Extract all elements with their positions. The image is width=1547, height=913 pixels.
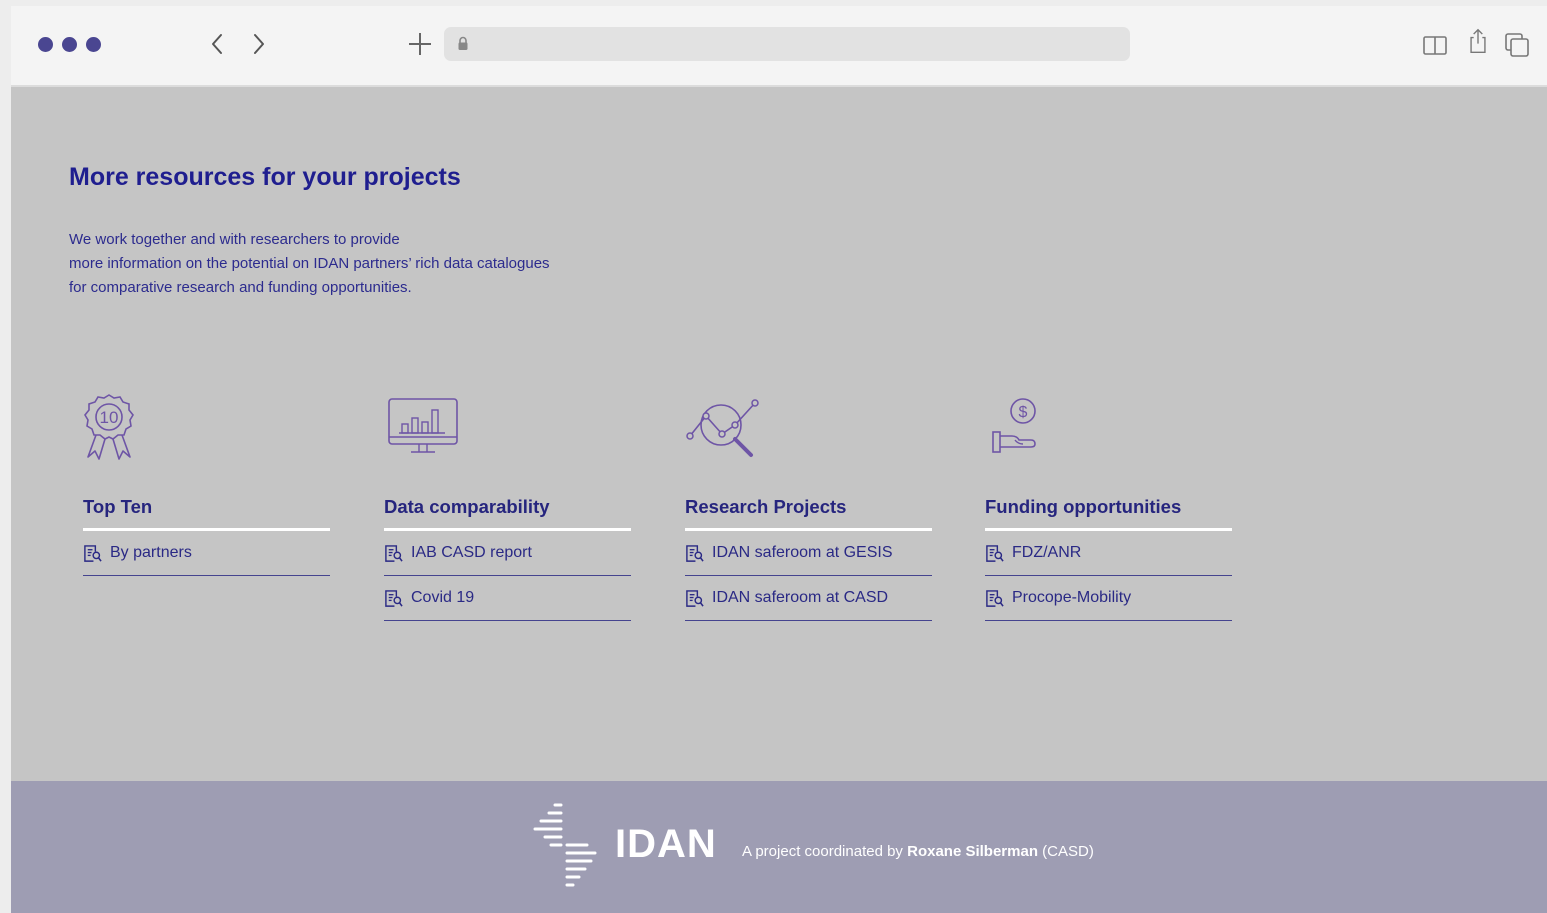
resource-link-saferoom-gesis[interactable]: IDAN saferoom at GESIS — [685, 531, 932, 576]
column-title: Funding opportunities — [985, 496, 1232, 531]
link-label: IAB CASD report — [411, 544, 532, 561]
link-label: Covid 19 — [411, 589, 475, 606]
address-bar[interactable] — [444, 27, 1130, 61]
intro-line: We work together and with researchers to… — [69, 231, 400, 248]
document-search-icon — [986, 544, 1004, 562]
credit-name-link[interactable]: Roxane Silberman — [907, 843, 1038, 860]
document-search-icon — [686, 544, 704, 562]
document-search-icon — [686, 589, 704, 607]
document-search-icon — [385, 589, 403, 607]
section-intro: We work together and with researchers to… — [69, 228, 550, 300]
browser-window: More resources for your projects We work… — [11, 6, 1547, 913]
lock-icon — [458, 36, 468, 50]
resource-link-by-partners[interactable]: By partners — [83, 531, 330, 576]
column-title: Research Projects — [685, 496, 932, 531]
resources-section: More resources for your projects We work… — [11, 87, 1547, 781]
document-search-icon — [986, 589, 1004, 607]
intro-line: for comparative research and funding opp… — [69, 279, 412, 296]
link-label: FDZ/ANR — [1012, 544, 1082, 561]
award-number: 10 — [100, 408, 119, 427]
column-link-list: IAB CASD report Covid 19 — [384, 531, 631, 621]
hand-coin-dollar-icon: $ — [992, 398, 1036, 453]
intro-line: more information on the potential on IDA… — [69, 255, 550, 272]
resource-column-funding-opportunities: $ Funding opportunities FDZ/ANR Procope-… — [985, 391, 1232, 621]
minimize-window-dot[interactable] — [62, 37, 77, 52]
share-icon[interactable] — [1465, 28, 1491, 54]
resource-link-procope-mobility[interactable]: Procope-Mobility — [985, 576, 1232, 621]
close-window-dot[interactable] — [38, 37, 53, 52]
section-title: More resources for your projects — [69, 163, 461, 191]
resource-link-fdz-anr[interactable]: FDZ/ANR — [985, 531, 1232, 576]
project-credit: A project coordinated by Roxane Silberma… — [742, 843, 1094, 860]
tabs-overview-icon[interactable] — [1504, 32, 1530, 58]
column-icon-wrap — [384, 391, 631, 463]
column-link-list: By partners — [83, 531, 330, 576]
link-label: IDAN saferoom at CASD — [712, 589, 889, 606]
idan-logo-mark-icon — [533, 803, 597, 887]
back-chevron-icon — [212, 34, 222, 54]
document-search-icon — [385, 544, 403, 562]
resource-link-iab-casd-report[interactable]: IAB CASD report — [384, 531, 631, 576]
monitor-bar-chart-icon — [388, 398, 458, 453]
reader-book-icon[interactable] — [1422, 32, 1448, 58]
link-label: By partners — [110, 544, 192, 561]
site-footer: IDAN A project coordinated by Roxane Sil… — [11, 781, 1547, 913]
column-icon-wrap: $ — [985, 391, 1232, 463]
idan-logo[interactable]: IDAN — [531, 801, 717, 887]
resource-column-data-comparability: Data comparability IAB CASD report Covid… — [384, 391, 631, 621]
column-link-list: IDAN saferoom at GESIS IDAN saferoom at … — [685, 531, 932, 621]
coin-symbol: $ — [1019, 404, 1028, 421]
column-link-list: FDZ/ANR Procope-Mobility — [985, 531, 1232, 621]
column-title: Data comparability — [384, 496, 631, 531]
link-label: Procope-Mobility — [1012, 589, 1132, 606]
resource-link-covid-19[interactable]: Covid 19 — [384, 576, 631, 621]
resource-link-saferoom-casd[interactable]: IDAN saferoom at CASD — [685, 576, 932, 621]
column-icon-wrap — [685, 391, 932, 463]
zoom-window-dot[interactable] — [86, 37, 101, 52]
new-tab-button[interactable] — [406, 30, 434, 58]
column-title: Top Ten — [83, 496, 330, 531]
browser-toolbar — [11, 6, 1547, 87]
award-ribbon-10-icon: 10 — [84, 394, 134, 460]
column-icon-wrap: 10 — [83, 391, 330, 463]
new-tab-plus-icon — [409, 33, 431, 55]
logo-wordmark: IDAN — [615, 821, 717, 866]
forward-button[interactable] — [246, 30, 272, 58]
back-button[interactable] — [204, 30, 230, 58]
credit-suffix: (CASD) — [1038, 843, 1094, 860]
credit-prefix: A project coordinated by — [742, 843, 908, 860]
forward-chevron-icon — [254, 34, 264, 54]
link-label: IDAN saferoom at GESIS — [712, 544, 893, 561]
window-controls — [38, 37, 101, 52]
resource-column-research-projects: Research Projects IDAN saferoom at GESIS… — [685, 391, 932, 621]
document-search-icon — [84, 544, 102, 562]
resource-column-top-ten: 10 Top Ten By partners — [83, 391, 330, 576]
magnifier-line-chart-icon — [686, 399, 759, 457]
